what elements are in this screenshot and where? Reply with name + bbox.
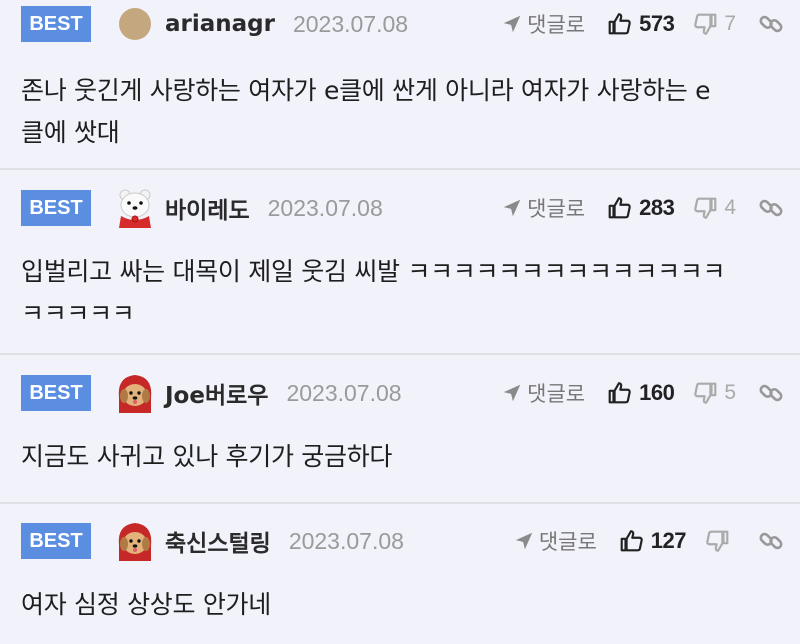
like-button[interactable]: 573 <box>607 11 675 37</box>
comment-header: BEST 축신스털링 2023.07.08 댓글로 127 <box>21 519 784 563</box>
comment-text-line: 지금도 사귀고 있나 후기가 궁금하다 <box>21 442 393 471</box>
comment-text-line: 존나 웃긴게 사랑하는 여자가 e클에 싼게 아니라 여자가 사랑하는 e <box>21 76 711 105</box>
like-button[interactable]: 127 <box>619 528 687 554</box>
share-link-button[interactable] <box>758 11 784 37</box>
username[interactable]: Joe버로우 <box>165 376 268 410</box>
comment-header: BEST Joe버로우 2023.07.08 댓글로 160 5 <box>21 371 784 415</box>
like-button[interactable]: 283 <box>607 195 675 221</box>
dislike-button[interactable] <box>704 528 736 554</box>
like-count: 283 <box>639 195 675 220</box>
reply-button[interactable]: 댓글로 <box>501 193 585 223</box>
best-badge: BEST <box>21 190 91 226</box>
comment-date: 2023.07.08 <box>292 10 409 37</box>
link-icon <box>758 195 784 221</box>
thumbs-up-icon <box>619 528 645 554</box>
share-link-button[interactable] <box>758 195 784 221</box>
thumbs-down-icon <box>692 195 718 221</box>
thumbs-down-icon <box>704 528 730 554</box>
comment-text-line: 입벌리고 싸는 대목이 제일 웃김 씨발 ㅋㅋㅋㅋㅋㅋㅋㅋㅋㅋㅋㅋㅋㅋ <box>21 257 726 286</box>
username[interactable]: arianagr <box>165 11 275 37</box>
reply-button[interactable]: 댓글로 <box>501 9 585 39</box>
best-badge: BEST <box>21 6 91 42</box>
reply-arrow-icon <box>501 197 523 219</box>
like-count: 127 <box>650 528 687 553</box>
comment-date: 2023.07.08 <box>267 194 383 221</box>
comment-actions: 댓글로 283 4 <box>501 193 784 223</box>
like-button[interactable]: 160 <box>607 380 675 406</box>
username[interactable]: 축신스털링 <box>165 524 271 558</box>
dislike-button[interactable]: 5 <box>692 380 736 406</box>
polar-bear-avatar-icon[interactable] <box>113 186 157 230</box>
comment-text: 여자 심정 상상도 안가네 <box>21 584 770 626</box>
dislike-count: 5 <box>724 381 736 404</box>
comment-text: 입벌리고 싸는 대목이 제일 웃김 씨발 ㅋㅋㅋㅋㅋㅋㅋㅋㅋㅋㅋㅋㅋㅋ ㅋㅋㅋㅋ… <box>21 251 770 335</box>
puppy-red-hood-avatar-icon[interactable] <box>113 519 157 563</box>
username[interactable]: 바이레도 <box>165 191 250 225</box>
comment-item: BEST arianagr 2023.07.08 댓글로 573 7 존나 웃긴… <box>0 0 800 170</box>
comment-date: 2023.07.08 <box>286 379 402 406</box>
thumbs-down-icon <box>692 380 718 406</box>
reply-label: 댓글로 <box>527 13 586 37</box>
like-count: 160 <box>639 380 675 405</box>
comment-item: BEST 축신스털링 2023.07.08 댓글로 127 여자 심정 상상도 … <box>0 504 800 644</box>
dislike-button[interactable]: 7 <box>692 11 736 37</box>
reply-label: 댓글로 <box>527 382 586 406</box>
comment-text-line: ㅋㅋㅋㅋㅋ <box>21 299 135 328</box>
reply-button[interactable]: 댓글로 <box>501 378 585 408</box>
link-icon <box>758 528 784 554</box>
thumbs-up-icon <box>607 11 633 37</box>
reply-arrow-icon <box>501 382 523 404</box>
comment-header: BEST 바이레도 2023.07.08 댓글로 283 4 <box>21 186 784 230</box>
dislike-count: 7 <box>724 12 736 35</box>
comment-header: BEST arianagr 2023.07.08 댓글로 573 7 <box>21 2 784 46</box>
comment-actions: 댓글로 160 5 <box>501 378 784 408</box>
comment-text: 지금도 사귀고 있나 후기가 궁금하다 <box>21 436 770 478</box>
comment-date: 2023.07.08 <box>288 527 404 554</box>
link-icon <box>758 11 784 37</box>
dislike-count: 4 <box>724 196 736 219</box>
reply-arrow-icon <box>513 530 535 552</box>
share-link-button[interactable] <box>758 380 784 406</box>
reply-button[interactable]: 댓글로 <box>513 526 597 556</box>
comment-text-line: 클에 쌋대 <box>21 118 120 147</box>
comment-item: BEST 바이레도 2023.07.08 댓글로 283 4 입벌리고 싸는 대… <box>0 170 800 355</box>
tan-circle-avatar-icon[interactable] <box>113 2 157 46</box>
thumbs-down-icon <box>692 11 718 37</box>
reply-label: 댓글로 <box>527 197 586 221</box>
like-count: 573 <box>639 11 675 36</box>
dislike-button[interactable]: 4 <box>692 195 736 221</box>
reply-arrow-icon <box>501 13 523 35</box>
best-badge: BEST <box>21 523 91 559</box>
reply-label: 댓글로 <box>538 530 597 554</box>
comment-text: 존나 웃긴게 사랑하는 여자가 e클에 싼게 아니라 여자가 사랑하는 e 클에… <box>21 70 770 154</box>
comment-actions: 댓글로 127 <box>513 526 784 556</box>
thumbs-up-icon <box>607 195 633 221</box>
share-link-button[interactable] <box>758 528 784 554</box>
comment-text-line: 여자 심정 상상도 안가네 <box>21 590 271 619</box>
comment-item: BEST Joe버로우 2023.07.08 댓글로 160 5 지금도 사귀고… <box>0 355 800 504</box>
best-badge: BEST <box>21 375 91 411</box>
puppy-red-hood-avatar-icon[interactable] <box>113 371 157 415</box>
thumbs-up-icon <box>607 380 633 406</box>
link-icon <box>758 380 784 406</box>
comment-actions: 댓글로 573 7 <box>501 9 784 39</box>
